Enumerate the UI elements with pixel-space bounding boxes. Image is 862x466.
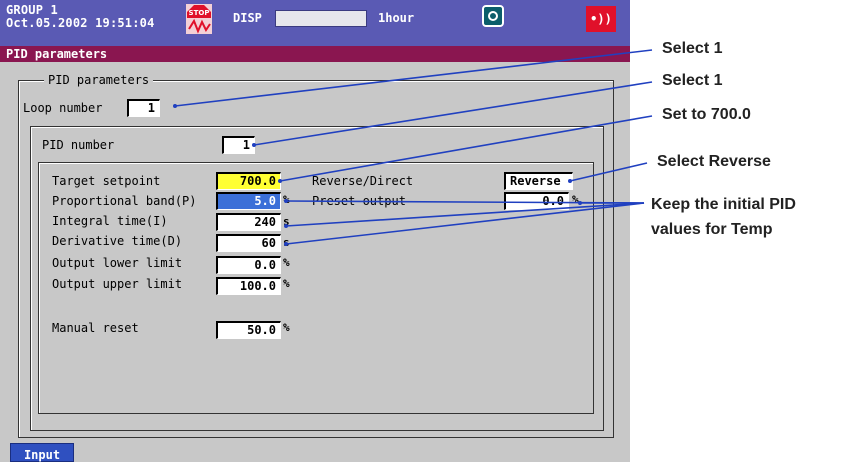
page-title: PID parameters: [0, 46, 630, 62]
callout-set-target: Set to 700.0: [662, 106, 751, 123]
target-setpoint-label: Target setpoint: [52, 174, 161, 188]
loop-number-label: Loop number: [23, 101, 103, 115]
stop-icon-text: STOP: [189, 9, 210, 17]
derivative-time-label: Derivative time(D): [52, 234, 183, 248]
camera-icon: [482, 5, 504, 27]
proportional-band-label: Proportional band(P): [52, 194, 197, 208]
callout-select-reverse: Select Reverse: [657, 153, 771, 170]
output-lower-field[interactable]: 0.0: [216, 256, 281, 274]
loop-number-field[interactable]: 1: [127, 99, 160, 117]
alarm-icon: •)): [586, 6, 616, 32]
memory-bar: [275, 10, 367, 27]
pid-number-field[interactable]: 1: [222, 136, 255, 154]
preset-output-label: Preset output: [312, 194, 406, 208]
output-lower-label: Output lower limit: [52, 256, 183, 270]
integral-time-label: Integral time(I): [52, 214, 168, 228]
manual-reset-field[interactable]: 50.0: [216, 321, 281, 339]
frame-legend: PID parameters: [44, 73, 154, 87]
output-upper-unit: %: [283, 277, 290, 290]
output-upper-label: Output upper limit: [52, 277, 183, 291]
disp-label: DISP: [233, 11, 262, 25]
manual-reset-unit: %: [283, 321, 290, 334]
proportional-band-field[interactable]: 5.0: [216, 192, 281, 210]
derivative-time-unit: s: [283, 236, 290, 249]
output-upper-field[interactable]: 100.0: [216, 277, 281, 295]
reverse-direct-label: Reverse/Direct: [312, 174, 414, 188]
preset-output-unit: %: [572, 193, 579, 206]
callout-select-loop: Select 1: [662, 40, 723, 57]
target-setpoint-field[interactable]: 700.0: [216, 172, 281, 190]
manual-reset-label: Manual reset: [52, 321, 139, 335]
callout-select-pid: Select 1: [662, 72, 723, 89]
stop-icon: STOP: [186, 4, 212, 34]
interval-label: 1hour: [378, 11, 415, 25]
proportional-band-unit: %: [283, 193, 290, 206]
integral-time-unit: s: [283, 215, 290, 228]
group-datetime: GROUP 1 Oct.05.2002 19:51:04: [6, 4, 155, 30]
status-bar: GROUP 1 Oct.05.2002 19:51:04 STOP DISP 1…: [0, 0, 630, 46]
integral-time-field[interactable]: 240: [216, 213, 281, 231]
datetime: Oct.05.2002 19:51:04: [6, 16, 155, 30]
device-screen: GROUP 1 Oct.05.2002 19:51:04 STOP DISP 1…: [0, 0, 630, 462]
preset-output-field[interactable]: 0.0: [504, 192, 569, 210]
pid-number-label: PID number: [42, 138, 115, 152]
callout-keep-pid-2: values for Temp: [651, 221, 773, 238]
input-softkey[interactable]: Input: [10, 443, 74, 462]
output-lower-unit: %: [283, 256, 290, 269]
derivative-time-field[interactable]: 60: [216, 234, 281, 252]
callout-keep-pid-1: Keep the initial PID: [651, 196, 796, 213]
reverse-direct-field[interactable]: Reverse: [504, 172, 573, 190]
